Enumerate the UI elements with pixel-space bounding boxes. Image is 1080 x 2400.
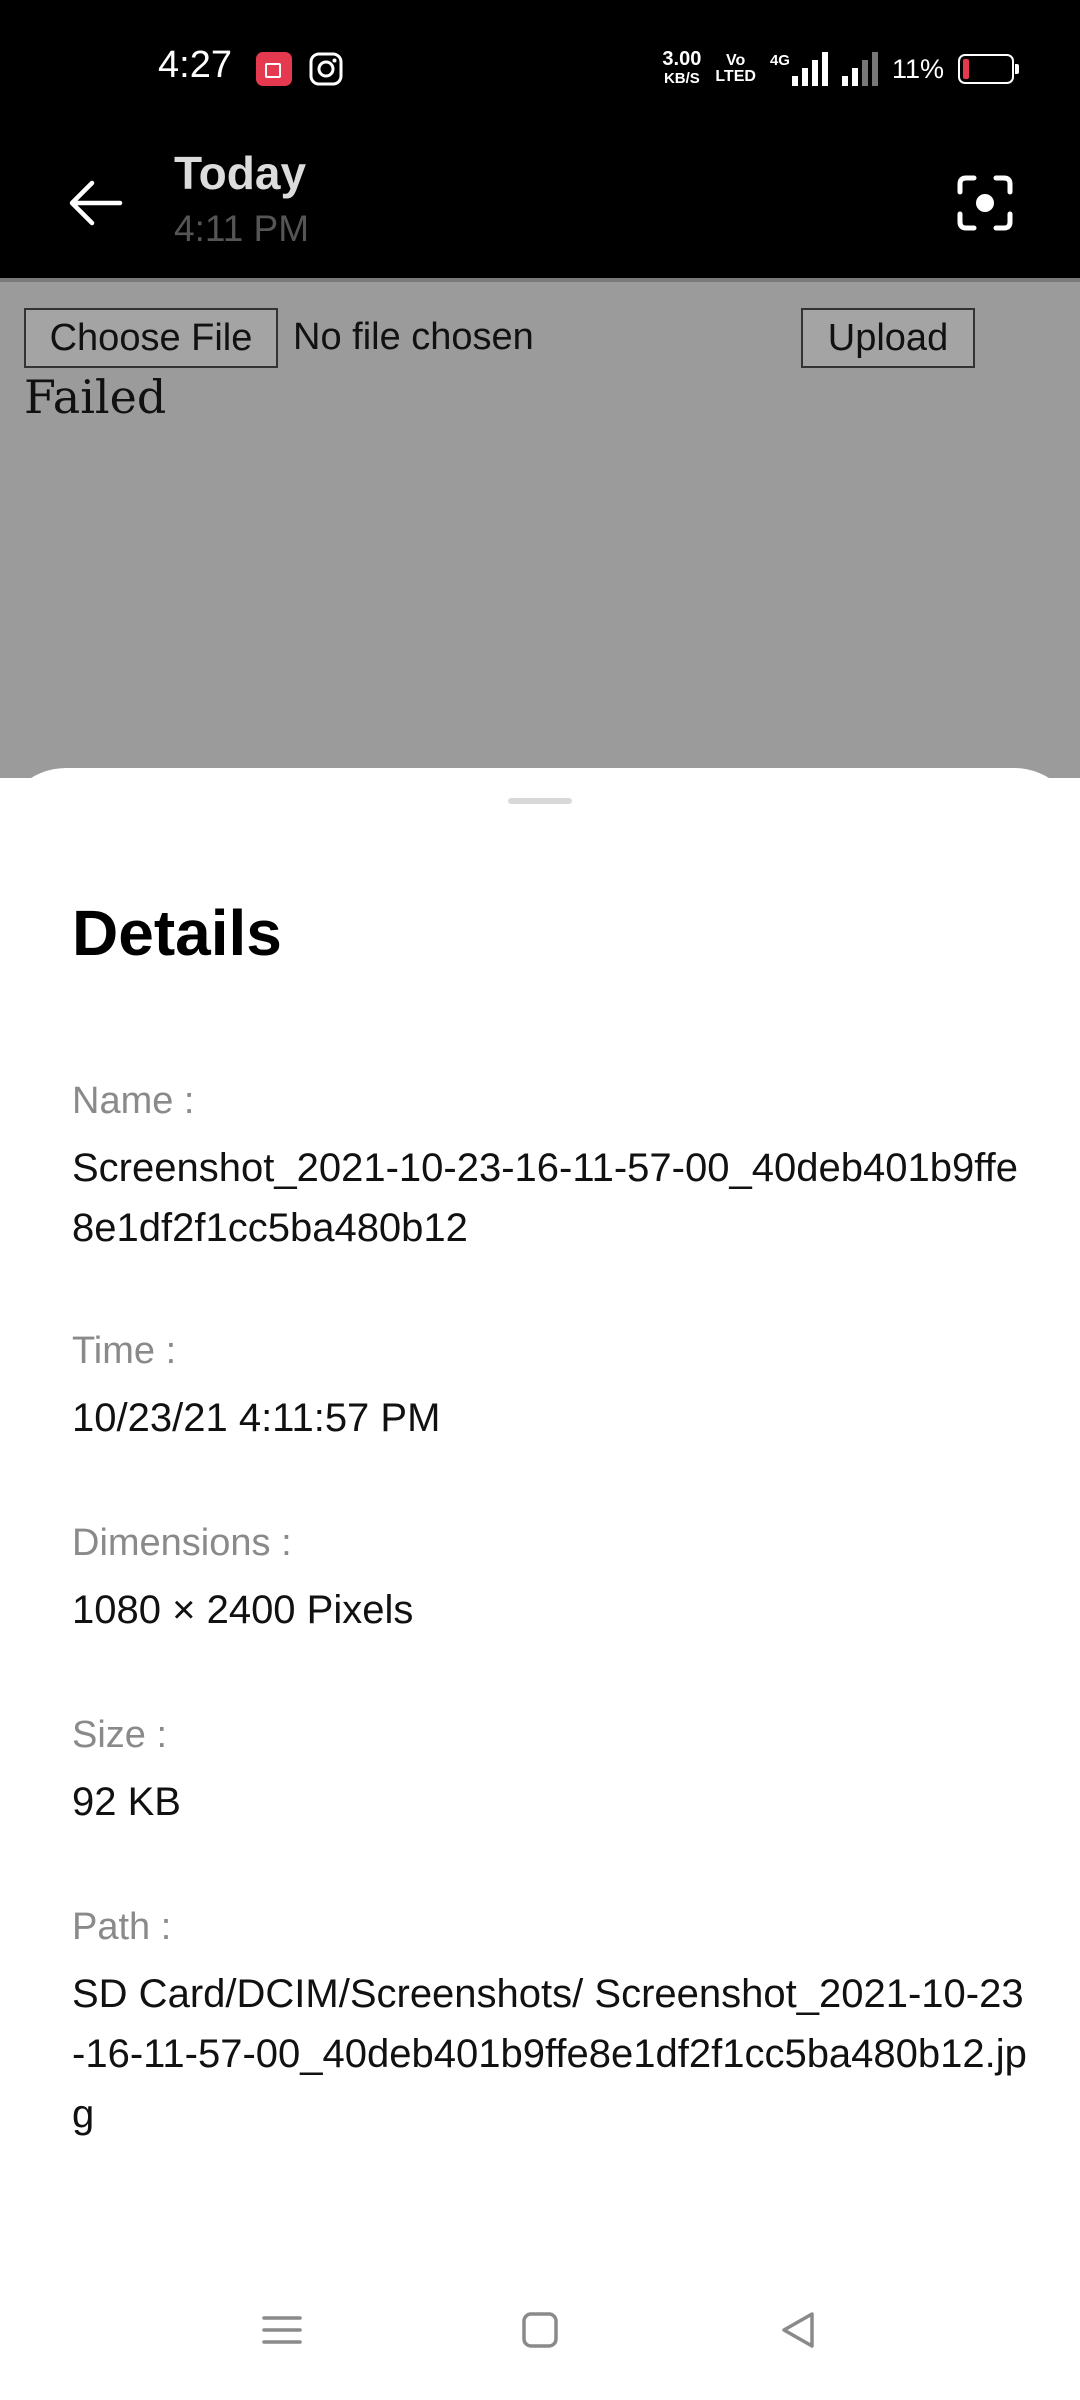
network-speed: 3.00 KB/S <box>662 49 701 89</box>
path-label: Path : <box>72 1906 172 1948</box>
back-arrow-icon[interactable] <box>60 168 130 238</box>
signal-icon-sim2 <box>841 52 878 86</box>
name-label: Name : <box>72 1080 195 1122</box>
home-icon[interactable] <box>510 2300 570 2360</box>
speed-unit: KB/S <box>663 70 700 87</box>
app-bar: Today 4:11 PM <box>0 138 1080 278</box>
screen-recorder-icon <box>256 52 292 86</box>
status-time: 4:27 <box>158 44 232 86</box>
network-type: 4G <box>769 52 790 69</box>
page-title: Today <box>174 147 307 199</box>
file-status-text: No file chosen <box>293 316 534 358</box>
upload-button[interactable]: Upload <box>801 308 975 368</box>
upload-result-text: Failed <box>24 370 167 424</box>
divider <box>0 278 1080 282</box>
sheet-title: Details <box>72 897 282 969</box>
instagram-icon <box>308 52 344 86</box>
back-triangle-icon[interactable] <box>768 2300 828 2360</box>
size-label: Size : <box>72 1714 168 1756</box>
volte-bottom: LTED <box>715 68 756 85</box>
volte-indicator: Vo LTED <box>715 53 756 85</box>
size-value: 92 KB <box>72 1780 181 1824</box>
menu-icon[interactable] <box>252 2300 312 2360</box>
time-value: 10/23/21 4:11:57 PM <box>72 1396 441 1440</box>
page-subtitle: 4:11 PM <box>174 208 310 249</box>
speed-value: 3.00 <box>662 48 702 70</box>
battery-percent: 11% <box>891 53 944 84</box>
path-value: SD Card/DCIM/Screenshots/ Screenshot_202… <box>72 1972 1027 2136</box>
volte-top: Vo <box>726 52 746 69</box>
battery-icon <box>958 54 1019 84</box>
signal-icon: 4G <box>770 52 828 86</box>
dimensions-label: Dimensions : <box>72 1522 292 1564</box>
dimensions-value: 1080 × 2400 Pixels <box>72 1588 414 1632</box>
name-value: Screenshot_2021-10-23-16-11-57-00_40deb4… <box>72 1146 1018 1250</box>
status-bar: 4:27 3.00 KB/S Vo LTED 4G 11% <box>0 0 1080 138</box>
web-page-preview: Choose File No file chosen Upload Failed <box>0 278 1080 778</box>
time-label: Time : <box>72 1330 177 1372</box>
drag-handle[interactable] <box>508 798 572 804</box>
lens-scan-icon[interactable] <box>950 168 1020 238</box>
choose-file-button[interactable]: Choose File <box>24 308 278 368</box>
details-sheet: Details Name : Screenshot_2021-10-23-16-… <box>0 768 1080 2400</box>
status-indicators: 3.00 KB/S Vo LTED 4G 11% <box>662 44 1019 94</box>
